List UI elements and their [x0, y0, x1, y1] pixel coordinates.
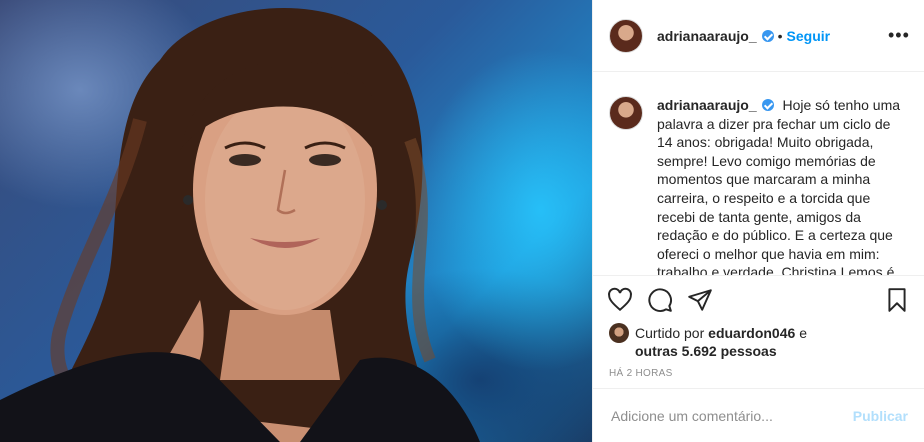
heart-icon[interactable] — [607, 287, 633, 313]
more-options-icon[interactable]: ••• — [888, 25, 909, 46]
avatar[interactable] — [609, 18, 643, 53]
liker-username[interactable]: eduardon046 — [708, 325, 795, 341]
post-photo[interactable] — [0, 0, 592, 442]
bookmark-icon[interactable] — [884, 287, 910, 313]
caption-text: Hoje só tenho uma palavra a dizer pra fe… — [657, 97, 901, 276]
verified-icon — [761, 29, 774, 42]
separator-dot: • — [777, 27, 783, 44]
liker-avatar[interactable] — [609, 323, 629, 343]
verified-icon — [761, 99, 774, 111]
portrait-illustration — [0, 8, 480, 442]
publish-button[interactable]: Publicar — [853, 408, 908, 424]
follow-button[interactable]: Seguir — [787, 28, 831, 44]
action-bar — [593, 276, 924, 324]
likes-text: Curtido por eduardon046 e outras 5.692 p… — [635, 324, 807, 360]
comment-icon[interactable] — [647, 287, 673, 313]
likes-others[interactable]: outras 5.692 pessoas — [635, 343, 777, 359]
share-icon[interactable] — [687, 287, 713, 313]
caption-avatar[interactable] — [609, 96, 643, 130]
likes-and: e — [799, 325, 807, 341]
comment-box: Publicar — [593, 388, 924, 442]
post-timestamp[interactable]: HÁ 2 HORAS — [593, 360, 924, 388]
instagram-post: adrianaaraujo_ • Seguir ••• adrianaarauj… — [0, 0, 924, 442]
post-side-panel: adrianaaraujo_ • Seguir ••• adrianaarauj… — [592, 0, 924, 442]
comment-input[interactable] — [609, 406, 853, 425]
caption-username[interactable]: adrianaaraujo_ — [657, 97, 757, 113]
post-header: adrianaaraujo_ • Seguir ••• — [593, 0, 924, 72]
likes-prefix: Curtido por — [635, 325, 705, 341]
likes-summary: Curtido por eduardon046 e outras 5.692 p… — [593, 323, 924, 360]
header-username[interactable]: adrianaaraujo_ — [657, 28, 757, 44]
caption: adrianaaraujo_ Hoje só tenho uma palavra… — [657, 96, 903, 275]
caption-area: adrianaaraujo_ Hoje só tenho uma palavra… — [593, 72, 924, 276]
